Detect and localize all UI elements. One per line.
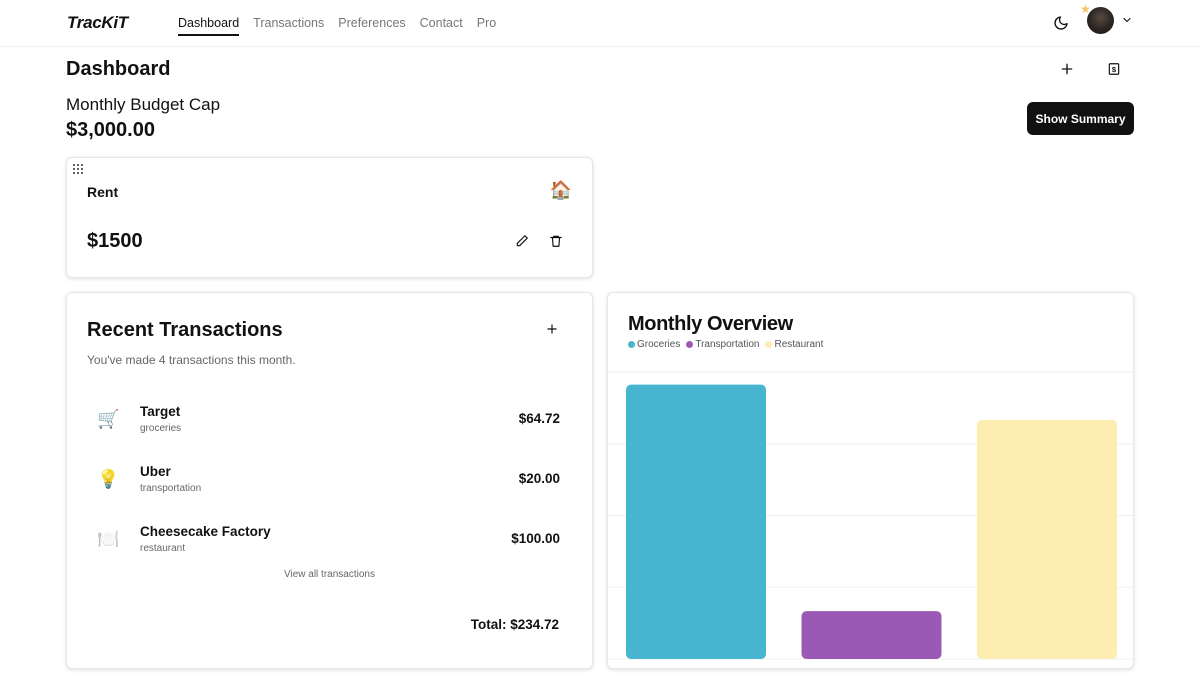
pencil-icon[interactable] [515, 234, 529, 248]
transaction-category: transportation [140, 483, 202, 494]
add-budget-button[interactable] [1059, 61, 1075, 77]
bar-transportation[interactable] [801, 611, 942, 659]
transaction-row[interactable]: 🍽️ Cheesecake Factory restaurant $100.00 [87, 521, 560, 561]
star-badge-icon: ★ [1080, 2, 1091, 16]
main-nav: Dashboard Transactions Preferences Conta… [178, 16, 496, 36]
plate-icon: 🍽️ [97, 529, 120, 549]
receipt-icon[interactable]: $ [1107, 62, 1121, 76]
page-title: Dashboard [66, 58, 171, 80]
recent-transactions-card: Recent Transactions You've made 4 transa… [66, 292, 593, 669]
nav-dashboard[interactable]: Dashboard [178, 16, 240, 36]
add-transaction-button[interactable] [545, 322, 559, 336]
transaction-row[interactable]: 💡 Uber transportation $20.00 [87, 461, 560, 501]
transaction-name: Target [140, 404, 181, 419]
top-navigation: TracKiT Dashboard Transactions Preferenc… [0, 0, 1200, 47]
view-all-transactions-link[interactable]: View all transactions [284, 569, 375, 580]
monthly-overview-card: Monthly Overview Groceries Transportatio… [607, 292, 1134, 669]
transactions-count: You've made 4 transactions this month. [87, 353, 296, 367]
recent-transactions-title: Recent Transactions [87, 319, 283, 341]
svg-text:$: $ [1112, 65, 1117, 74]
lightbulb-icon: 💡 [97, 469, 120, 489]
budget-card-name: Rent [87, 184, 119, 200]
app-logo[interactable]: TracKiT [67, 13, 128, 33]
budget-card-rent: Rent 🏠 $1500 [66, 157, 593, 278]
nav-preferences[interactable]: Preferences [338, 16, 405, 36]
chevron-down-icon[interactable] [1121, 14, 1133, 26]
transaction-amount: $64.72 [518, 411, 560, 426]
bar-restaurant[interactable] [977, 419, 1117, 659]
transaction-category: groceries [140, 423, 182, 434]
user-avatar[interactable] [1087, 7, 1114, 34]
transaction-row[interactable]: 🛒 Target groceries $64.72 [87, 401, 560, 441]
transactions-total: Total: $234.72 [470, 617, 559, 632]
moon-icon[interactable] [1053, 15, 1069, 31]
bar-groceries[interactable] [626, 384, 766, 659]
transaction-amount: $20.00 [518, 471, 560, 486]
house-icon: 🏠 [549, 180, 572, 200]
transaction-amount: $100.00 [511, 531, 560, 546]
nav-pro[interactable]: Pro [477, 16, 496, 36]
bar-chart [608, 371, 1133, 660]
nav-contact[interactable]: Contact [420, 16, 463, 36]
transaction-category: restaurant [140, 543, 186, 554]
nav-transactions[interactable]: Transactions [253, 16, 324, 36]
trash-icon[interactable] [549, 234, 563, 248]
budget-card-amount: $1500 [87, 230, 143, 252]
transaction-name: Uber [140, 464, 171, 479]
drag-handle-icon[interactable] [72, 163, 84, 175]
cart-icon: 🛒 [97, 409, 120, 429]
transaction-name: Cheesecake Factory [140, 524, 271, 539]
show-summary-button[interactable]: Show Summary [1027, 102, 1134, 135]
budget-cap-value: $3,000.00 [66, 119, 155, 141]
budget-cap-label: Monthly Budget Cap [66, 95, 221, 114]
